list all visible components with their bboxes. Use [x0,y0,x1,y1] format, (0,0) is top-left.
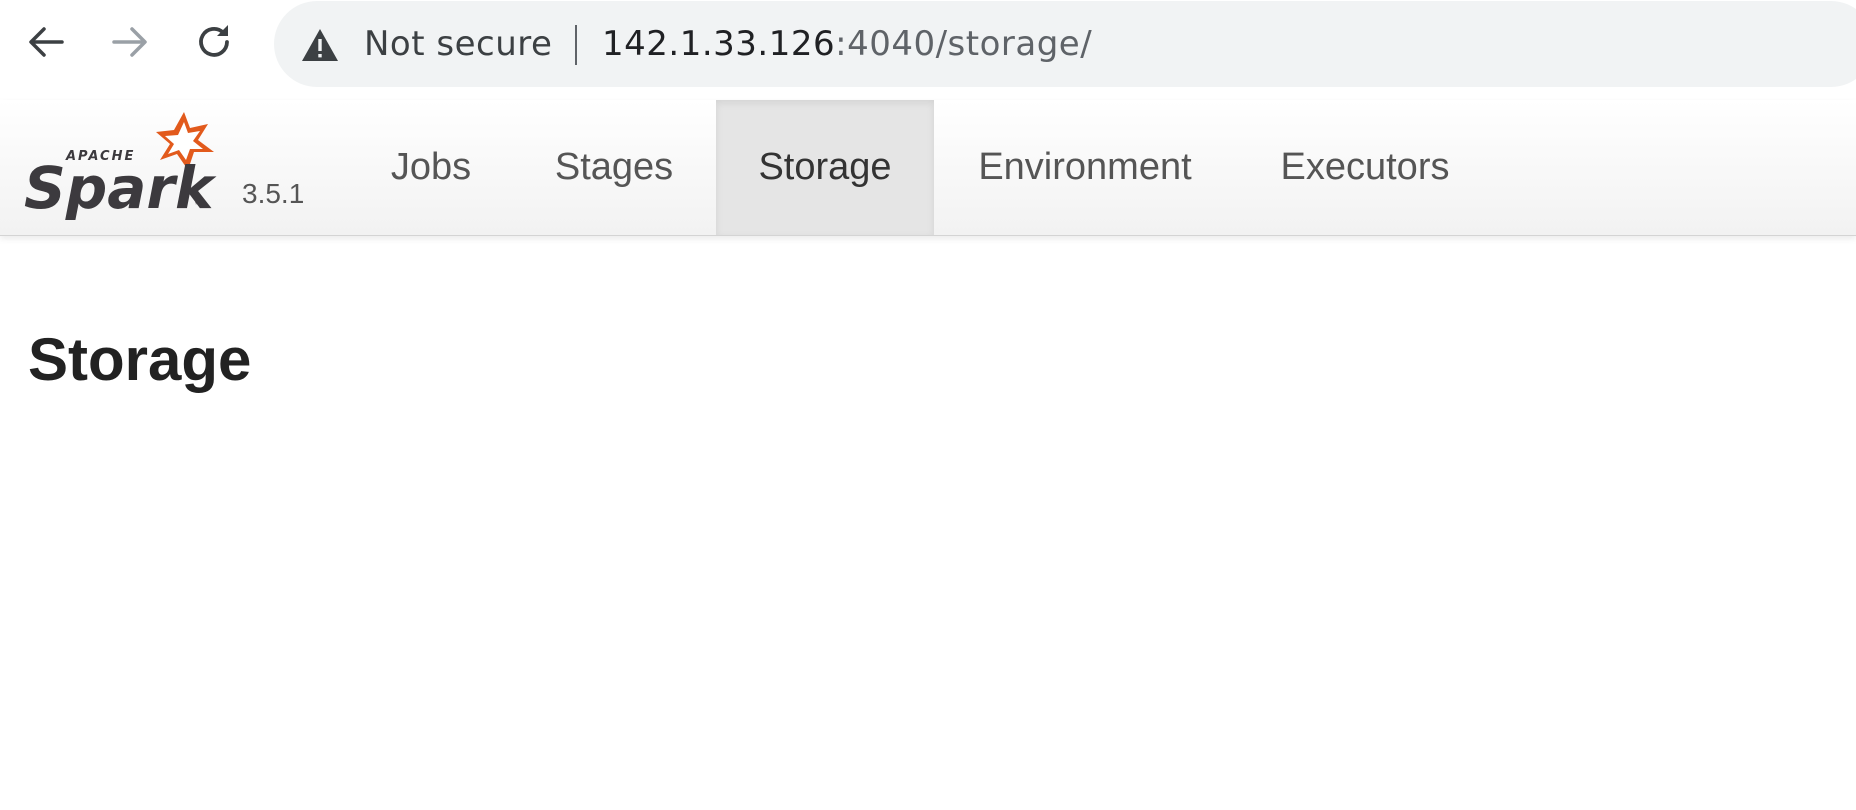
omnibox-divider [575,25,577,65]
brand-link[interactable]: APACHE Spark ™ 3.5.1 [22,108,322,228]
forward-button[interactable] [102,14,158,70]
page-title: Storage [28,326,252,393]
tab-storage[interactable]: Storage [716,100,934,235]
url-host: 142.1.33.126 [602,24,836,64]
security-status-label[interactable]: Not secure [364,21,552,67]
spark-version: 3.5.1 [242,178,305,209]
reload-button[interactable] [186,14,242,70]
svg-text:™: ™ [194,201,202,210]
tab-jobs[interactable]: Jobs [356,100,506,235]
spark-logo-icon: APACHE Spark ™ [24,112,217,222]
browser-toolbar: Not secure 142.1.33.126:4040/storage/ [0,0,1856,101]
tab-stages[interactable]: Stages [530,100,698,235]
warning-icon[interactable] [300,25,340,65]
tab-executors[interactable]: Executors [1260,100,1470,235]
forward-arrow-icon [112,27,147,57]
url-text[interactable]: 142.1.33.126:4040/storage/ [602,21,1092,67]
reload-icon [199,25,229,57]
logo-spark-text: Spark [24,154,217,222]
tab-environment[interactable]: Environment [950,100,1220,235]
spark-navbar: APACHE Spark ™ 3.5.1 Jobs Stages Storage… [0,100,1856,236]
address-bar[interactable]: Not secure 142.1.33.126:4040/storage/ [274,1,1856,87]
url-path: :4040/storage/ [835,24,1093,64]
back-button[interactable] [18,14,74,70]
back-arrow-icon [29,27,64,57]
